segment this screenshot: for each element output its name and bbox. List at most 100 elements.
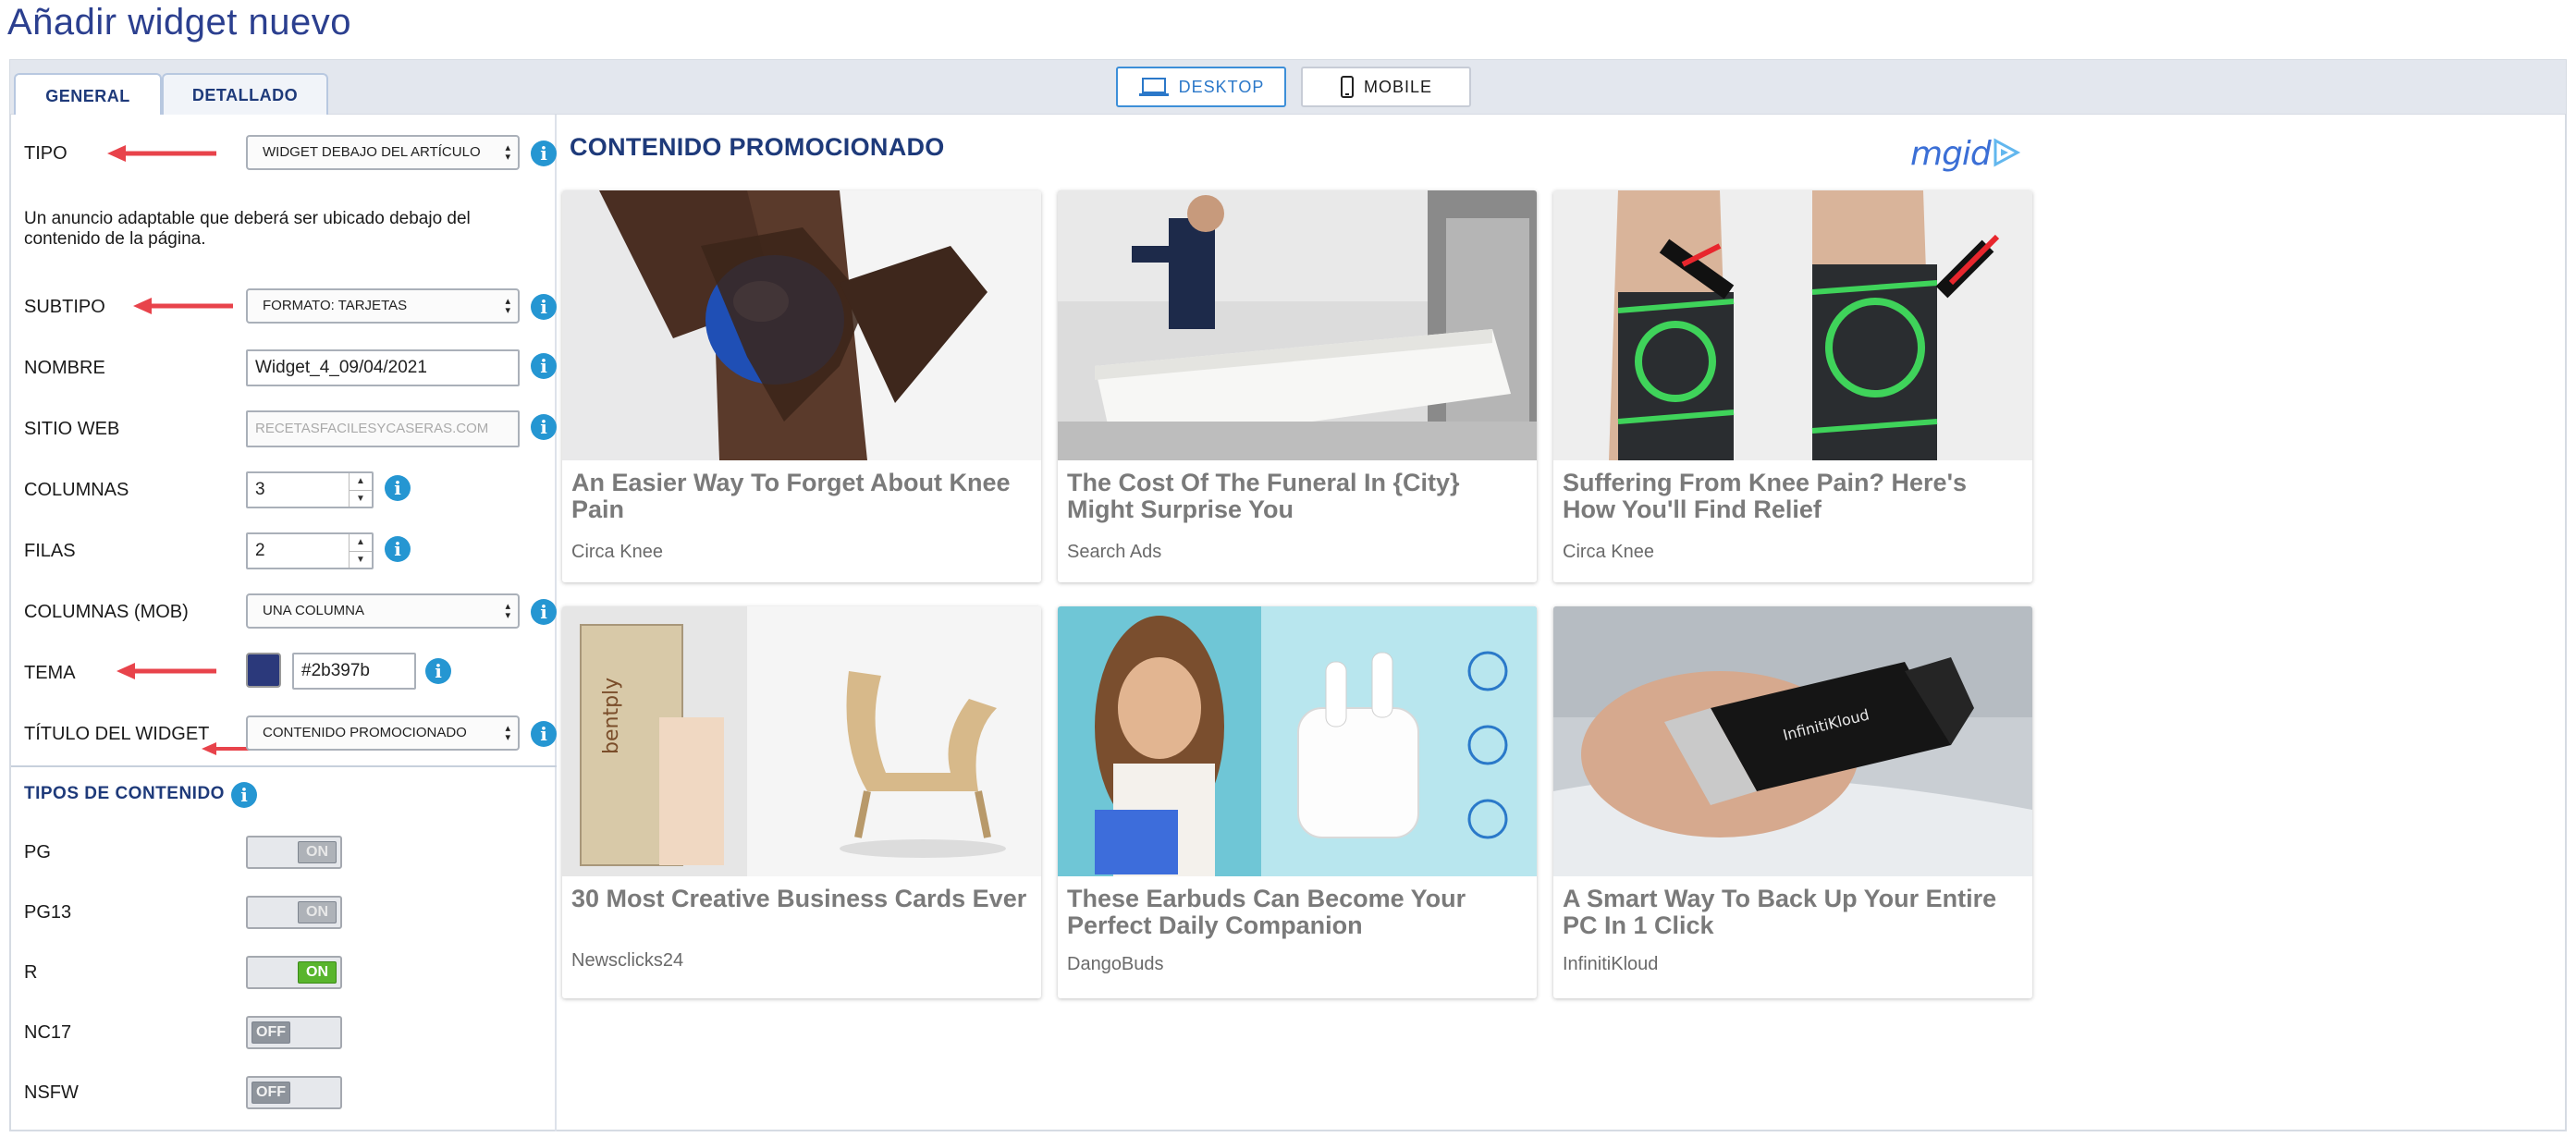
r-toggle[interactable]: ON — [246, 956, 342, 989]
content-type-nc17-row: NC17 OFF — [24, 1012, 551, 1053]
widget-preview-title: CONTENIDO PROMOCIONADO — [570, 133, 945, 161]
info-icon[interactable]: i — [531, 599, 557, 625]
ad-card[interactable]: bentply 30 Most Creative Business Cards … — [562, 606, 1041, 998]
knee-braces-image — [1553, 190, 2032, 460]
pg-toggle[interactable]: ON — [246, 836, 342, 869]
ad-card[interactable]: The Cost Of The Funeral In {City} Might … — [1058, 190, 1537, 582]
toggle-state: OFF — [251, 1021, 290, 1044]
ad-headline[interactable]: A Smart Way To Back Up Your Entire PC In… — [1563, 886, 2021, 939]
ad-headline[interactable]: These Earbuds Can Become Your Perfect Da… — [1067, 886, 1526, 939]
info-icon[interactable]: i — [231, 782, 257, 808]
info-icon[interactable]: i — [531, 414, 557, 440]
ad-card[interactable]: Suffering From Knee Pain? Here's How You… — [1553, 190, 2032, 582]
sitio-web-label: SITIO WEB — [24, 419, 120, 439]
ad-card[interactable]: InfinitiKloud A Smart Way To Back Up You… — [1553, 606, 2032, 998]
info-icon[interactable]: i — [531, 294, 557, 320]
columnas-value: 3 — [255, 480, 265, 499]
ad-headline[interactable]: Suffering From Knee Pain? Here's How You… — [1563, 470, 2021, 523]
page-title: Añadir widget nuevo — [7, 2, 351, 43]
columnas-label: COLUMNAS — [24, 480, 129, 500]
nsfw-toggle[interactable]: OFF — [246, 1076, 342, 1109]
sitio-web-select: RECETASFACILESYCASERAS.COM — [246, 410, 520, 447]
titulo-widget-row: TÍTULO DEL WIDGET CONTENIDO PROMOCIONADO… — [24, 714, 557, 755]
select-caret-icon: ▴ ▾ — [505, 601, 510, 621]
widget-preview: CONTENIDO PROMOCIONADO mgid An Easier Wa… — [557, 115, 2569, 1131]
content-type-label: NC17 — [24, 1022, 72, 1043]
columnas-row: COLUMNAS 3 ▲ ▼ i — [24, 470, 551, 510]
subtipo-select[interactable]: FORMATO: TARJETAS ▴ ▾ — [246, 288, 520, 324]
info-icon[interactable]: i — [385, 475, 411, 501]
content-type-label: PG13 — [24, 902, 72, 923]
widget-editor: TIPO WIDGET DEBAJO DEL ARTÍCULO ▴ ▾ i Un … — [9, 115, 2567, 1131]
subtipo-row: SUBTIPO FORMATO: TARJETAS ▴ ▾ i — [24, 287, 557, 327]
select-caret-icon: ▴ ▾ — [505, 296, 510, 316]
nombre-input[interactable]: Widget_4_09/04/2021 — [246, 349, 520, 386]
titulo-widget-label: TÍTULO DEL WIDGET — [24, 724, 210, 744]
ad-headline[interactable]: 30 Most Creative Business Cards Ever — [571, 886, 1030, 912]
top-toolbar: GENERAL DETALLADO DESKTOP MOBILE — [9, 59, 2567, 117]
pg13-toggle[interactable]: ON — [246, 896, 342, 929]
titulo-widget-select[interactable]: CONTENIDO PROMOCIONADO ▴ ▾ — [246, 715, 520, 751]
toggle-state: OFF — [251, 1082, 290, 1104]
nombre-label: NOMBRE — [24, 358, 105, 378]
content-type-label: NSFW — [24, 1082, 79, 1103]
ad-card[interactable]: An Easier Way To Forget About Knee Pain … — [562, 190, 1041, 582]
subtipo-value: FORMATO: TARJETAS — [263, 298, 408, 313]
content-type-r-row: R ON — [24, 952, 551, 993]
nc17-toggle[interactable]: OFF — [246, 1016, 342, 1049]
info-icon[interactable]: i — [531, 141, 557, 166]
mgid-logo: mgid — [1910, 135, 1992, 173]
phone-icon — [1340, 76, 1354, 98]
cardboard-chair-card-image: bentply — [562, 606, 1041, 876]
tipo-label: TIPO — [24, 143, 67, 164]
tema-label: TEMA — [24, 663, 76, 683]
columnas-input[interactable]: 3 ▲ ▼ — [246, 471, 374, 508]
tipo-description: Un anuncio adaptable que deberá ser ubic… — [24, 209, 471, 249]
tab-detallado[interactable]: DETALLADO — [162, 73, 328, 116]
number-spinner[interactable]: ▲ ▼ — [349, 473, 372, 507]
ad-source: Search Ads — [1067, 542, 1162, 562]
number-spinner[interactable]: ▲ ▼ — [349, 534, 372, 568]
ad-source: DangoBuds — [1067, 954, 1164, 974]
content-types-title-text: TIPOS DE CONTENIDO — [24, 784, 225, 803]
ad-source: InfinitiKloud — [1563, 954, 1659, 974]
toggle-state: ON — [298, 961, 337, 984]
desktop-label: DESKTOP — [1178, 77, 1265, 96]
content-type-nsfw-row: NSFW OFF — [24, 1072, 551, 1113]
ad-source: Circa Knee — [571, 542, 663, 562]
titulo-widget-value: CONTENIDO PROMOCIONADO — [263, 725, 467, 740]
annotation-arrow — [117, 663, 216, 679]
info-icon[interactable]: i — [531, 721, 557, 747]
filas-label: FILAS — [24, 541, 76, 561]
mobile-view-button[interactable]: MOBILE — [1301, 67, 1471, 107]
tema-color-input[interactable]: #2b397b — [292, 653, 416, 690]
content-type-label: R — [24, 962, 38, 983]
info-icon[interactable]: i — [425, 658, 451, 684]
ad-card[interactable]: These Earbuds Can Become Your Perfect Da… — [1058, 606, 1537, 998]
knee-ice-pack-image — [562, 190, 1041, 460]
tema-row: TEMA #2b397b i — [24, 653, 551, 693]
svg-text:bentply: bentply — [600, 678, 623, 754]
toggle-state: ON — [298, 901, 337, 923]
adchoices-icon[interactable] — [1990, 137, 2021, 168]
laptop-icon — [1138, 78, 1169, 96]
annotation-arrow — [133, 298, 233, 314]
info-icon[interactable]: i — [531, 353, 557, 379]
desktop-view-button[interactable]: DESKTOP — [1116, 67, 1286, 107]
section-divider — [11, 765, 557, 767]
filas-input[interactable]: 2 ▲ ▼ — [246, 532, 374, 569]
select-caret-icon: ▴ ▾ — [505, 723, 510, 743]
settings-panel: TIPO WIDGET DEBAJO DEL ARTÍCULO ▴ ▾ i Un … — [11, 115, 557, 1131]
tipo-select[interactable]: WIDGET DEBAJO DEL ARTÍCULO ▴ ▾ — [246, 135, 520, 170]
ad-headline[interactable]: An Easier Way To Forget About Knee Pain — [571, 470, 1030, 523]
info-icon[interactable]: i — [385, 536, 411, 562]
content-types-title: TIPOS DE CONTENIDO — [24, 784, 225, 804]
columnas-mob-select[interactable]: UNA COLUMNA ▴ ▾ — [246, 593, 520, 629]
white-casket-image — [1058, 190, 1537, 460]
select-caret-icon: ▴ ▾ — [505, 142, 510, 163]
tab-general[interactable]: GENERAL — [14, 73, 162, 117]
nombre-row: NOMBRE Widget_4_09/04/2021 i — [24, 348, 557, 388]
color-swatch[interactable] — [246, 653, 281, 688]
ad-headline[interactable]: The Cost Of The Funeral In {City} Might … — [1067, 470, 1526, 523]
ad-source: Newsclicks24 — [571, 950, 684, 971]
